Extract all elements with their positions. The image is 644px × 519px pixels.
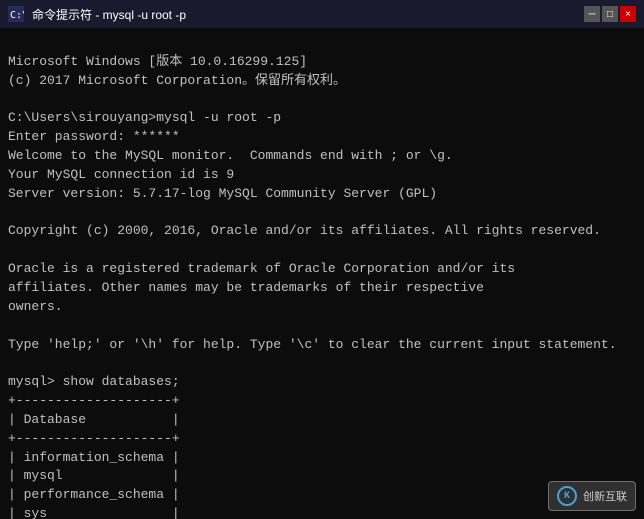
db-row-3: | performance_schema | bbox=[8, 487, 180, 502]
line-show-db-cmd: mysql> show databases; bbox=[8, 374, 180, 389]
line-win-version: Microsoft Windows [版本 10.0.16299.125] bbox=[8, 54, 307, 69]
window-title: 命令提示符 - mysql -u root -p bbox=[32, 6, 576, 23]
db-row-4: | sys | bbox=[8, 506, 180, 519]
line-copyright: Copyright (c) 2000, 2016, Oracle and/or … bbox=[8, 223, 601, 238]
minimize-button[interactable]: ─ bbox=[584, 6, 600, 22]
watermark-logo: K bbox=[557, 486, 577, 506]
cmd-window: C:\ 命令提示符 - mysql -u root -p ─ □ × Micro… bbox=[0, 0, 644, 519]
line-help: Type 'help;' or '\h' for help. Type '\c'… bbox=[8, 337, 617, 352]
watermark-text: 创新互联 bbox=[583, 488, 627, 504]
line-oracle-1: Oracle is a registered trademark of Orac… bbox=[8, 261, 515, 276]
line-copyright-ms: (c) 2017 Microsoft Corporation。保留所有权利。 bbox=[8, 73, 346, 88]
line-conn-id: Your MySQL connection id is 9 bbox=[8, 167, 234, 182]
line-oracle-3: owners. bbox=[8, 299, 63, 314]
window-icon: C:\ bbox=[8, 6, 24, 22]
table-header: | Database | bbox=[8, 412, 180, 427]
close-button[interactable]: × bbox=[620, 6, 636, 22]
db-row-1: | information_schema | bbox=[8, 450, 180, 465]
db-row-2: | mysql | bbox=[8, 468, 180, 483]
line-oracle-2: affiliates. Other names may be trademark… bbox=[8, 280, 484, 295]
terminal-output: Microsoft Windows [版本 10.0.16299.125] (c… bbox=[8, 34, 636, 519]
window-controls: ─ □ × bbox=[584, 6, 636, 22]
maximize-button[interactable]: □ bbox=[602, 6, 618, 22]
terminal-body[interactable]: Microsoft Windows [版本 10.0.16299.125] (c… bbox=[0, 28, 644, 519]
watermark-badge: K 创新互联 bbox=[548, 481, 636, 511]
table-sep: +--------------------+ bbox=[8, 431, 180, 446]
line-password: Enter password: ****** bbox=[8, 129, 180, 144]
svg-text:C:\: C:\ bbox=[10, 10, 24, 21]
line-welcome: Welcome to the MySQL monitor. Commands e… bbox=[8, 148, 453, 163]
line-server-ver: Server version: 5.7.17-log MySQL Communi… bbox=[8, 186, 437, 201]
line-mysql-cmd: C:\Users\sirouyang>mysql -u root -p bbox=[8, 110, 281, 125]
table-top: +--------------------+ bbox=[8, 393, 180, 408]
title-bar: C:\ 命令提示符 - mysql -u root -p ─ □ × bbox=[0, 0, 644, 28]
